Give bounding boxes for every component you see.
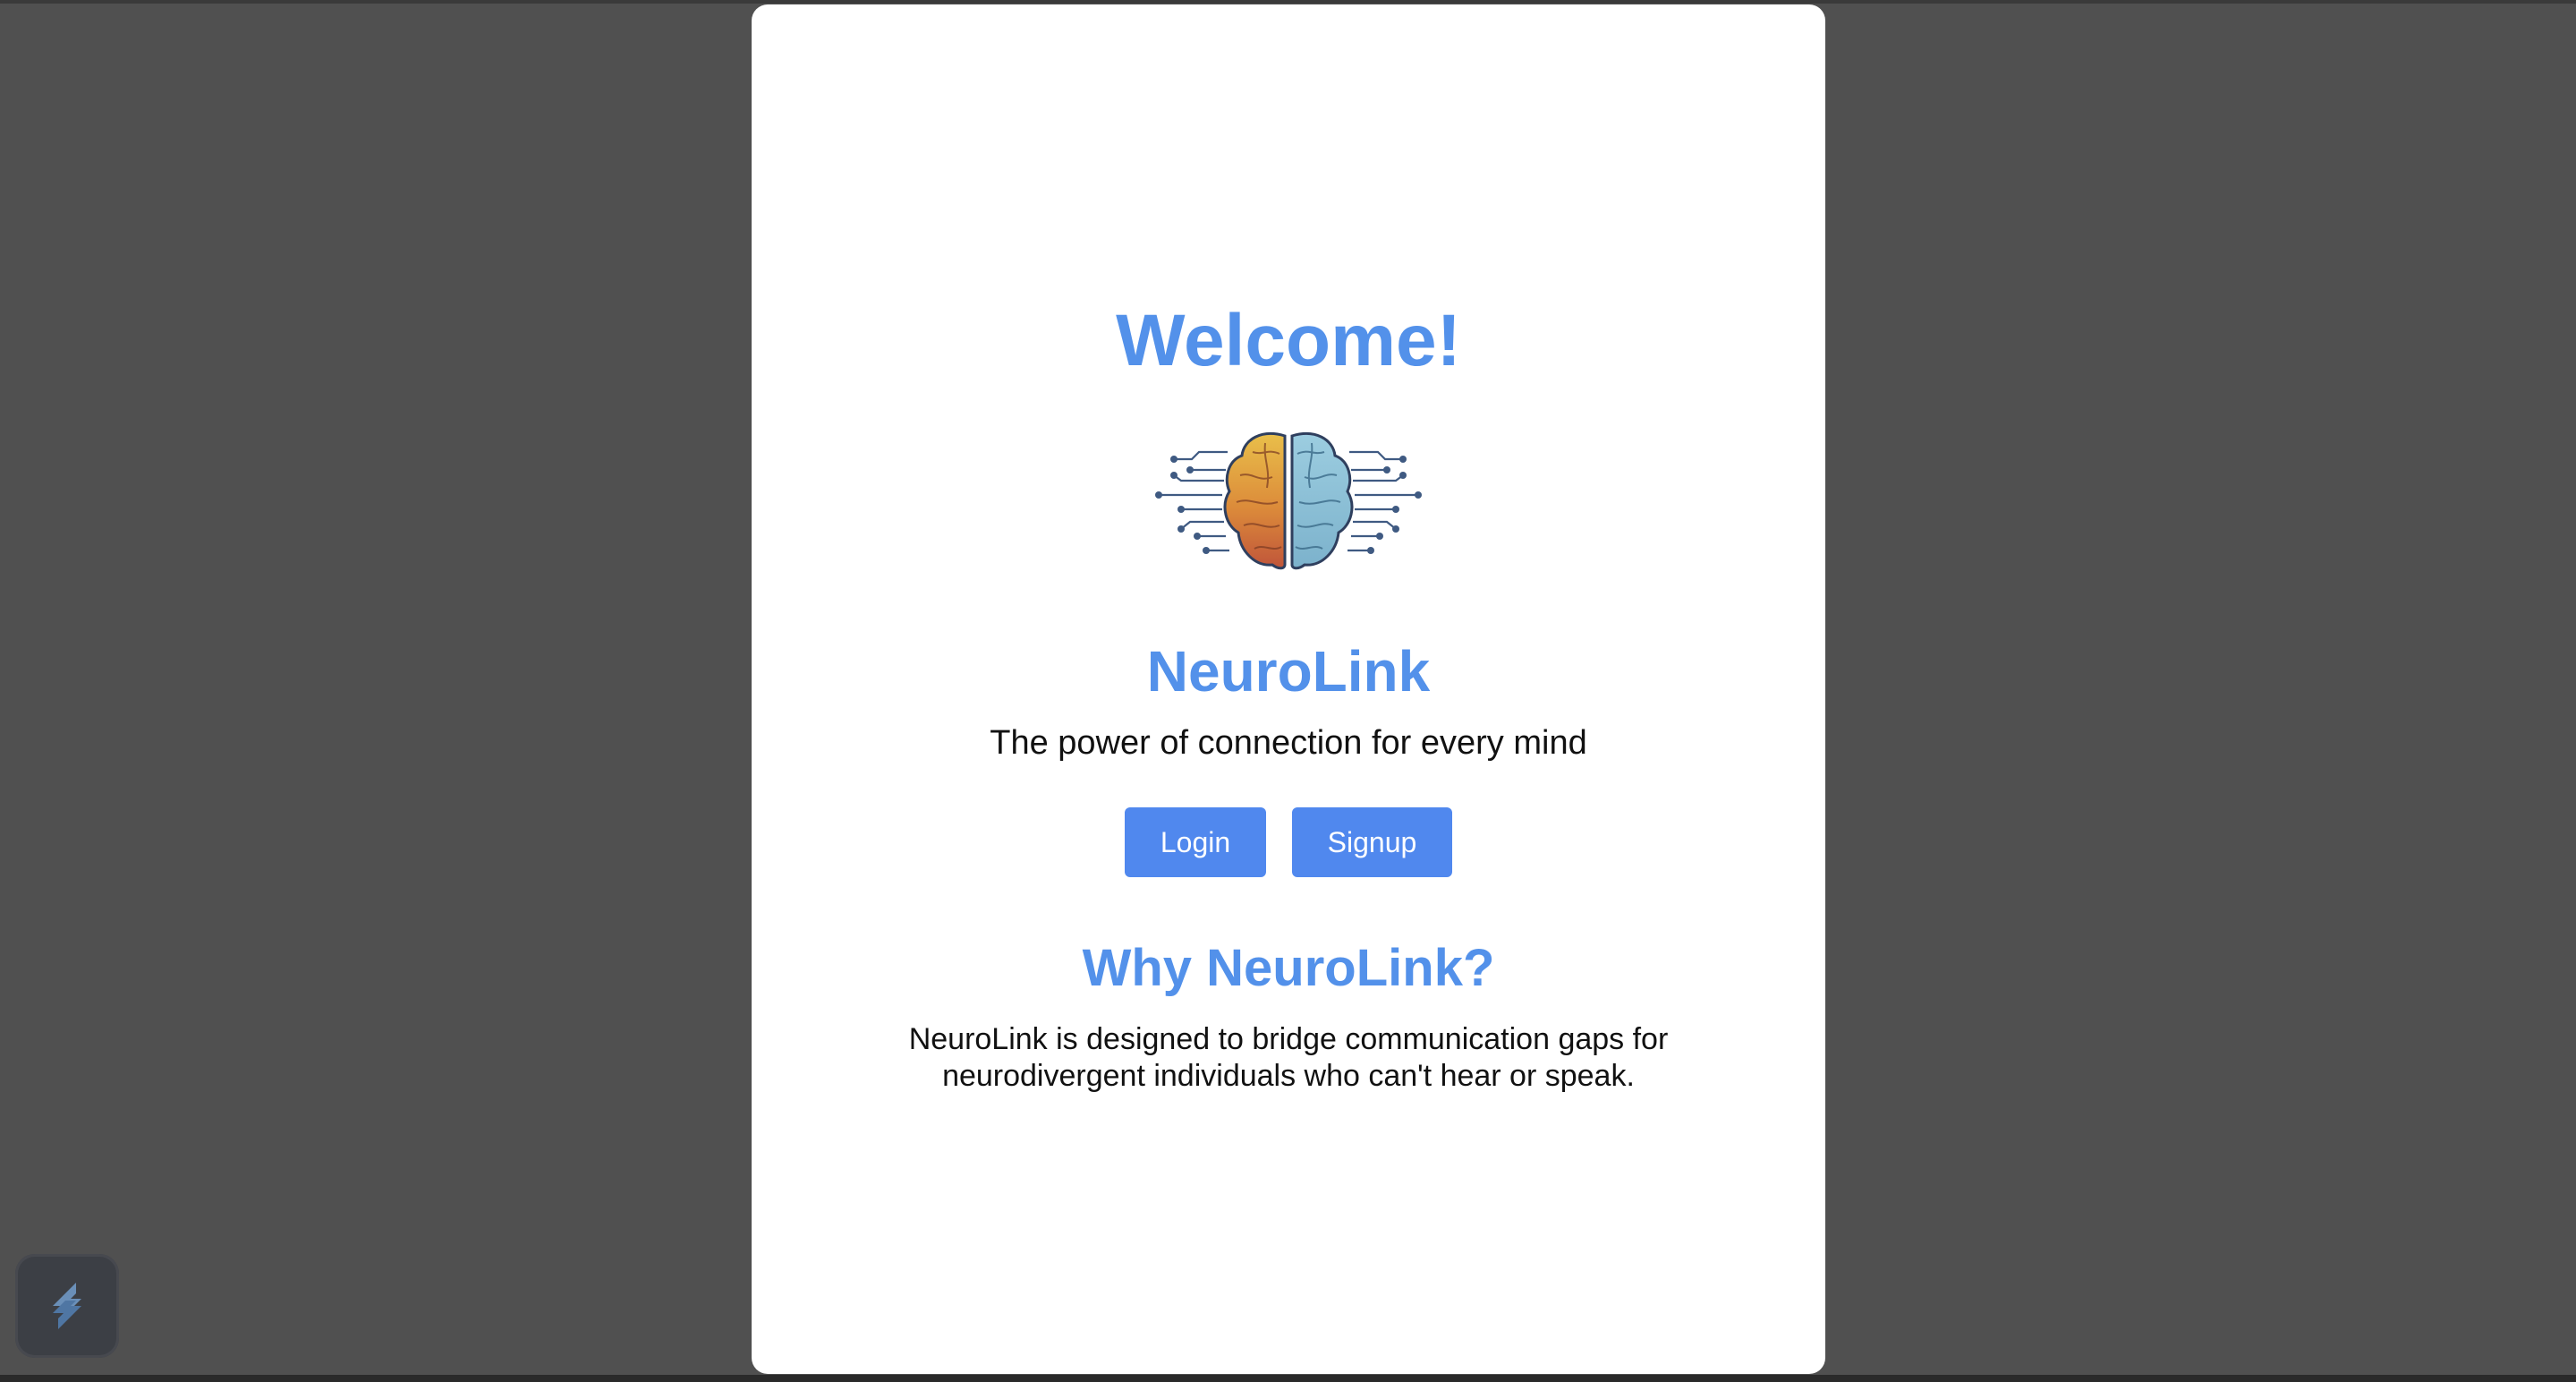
extension-button[interactable] (15, 1254, 119, 1358)
signup-button[interactable]: Signup (1292, 807, 1452, 877)
tagline: The power of connection for every mind (990, 724, 1587, 762)
welcome-card: Welcome! NeuroLink The power of connecti… (752, 4, 1825, 1374)
brain-circuit-icon (1155, 431, 1422, 570)
why-description-line-1: NeuroLink is designed to bridge communic… (908, 1022, 1669, 1056)
login-button[interactable]: Login (1125, 807, 1266, 877)
top-edge (0, 0, 2576, 4)
welcome-heading: Welcome! (1116, 300, 1461, 381)
why-heading: Why NeuroLink? (1082, 939, 1495, 997)
why-description-line-2: neurodivergent individuals who can't hea… (942, 1059, 1635, 1093)
brand-name: NeuroLink (1146, 639, 1431, 704)
bottom-edge (0, 1375, 2576, 1382)
why-description: NeuroLink is designed to bridge communic… (841, 1021, 1736, 1095)
extension-s-icon (53, 1283, 81, 1329)
